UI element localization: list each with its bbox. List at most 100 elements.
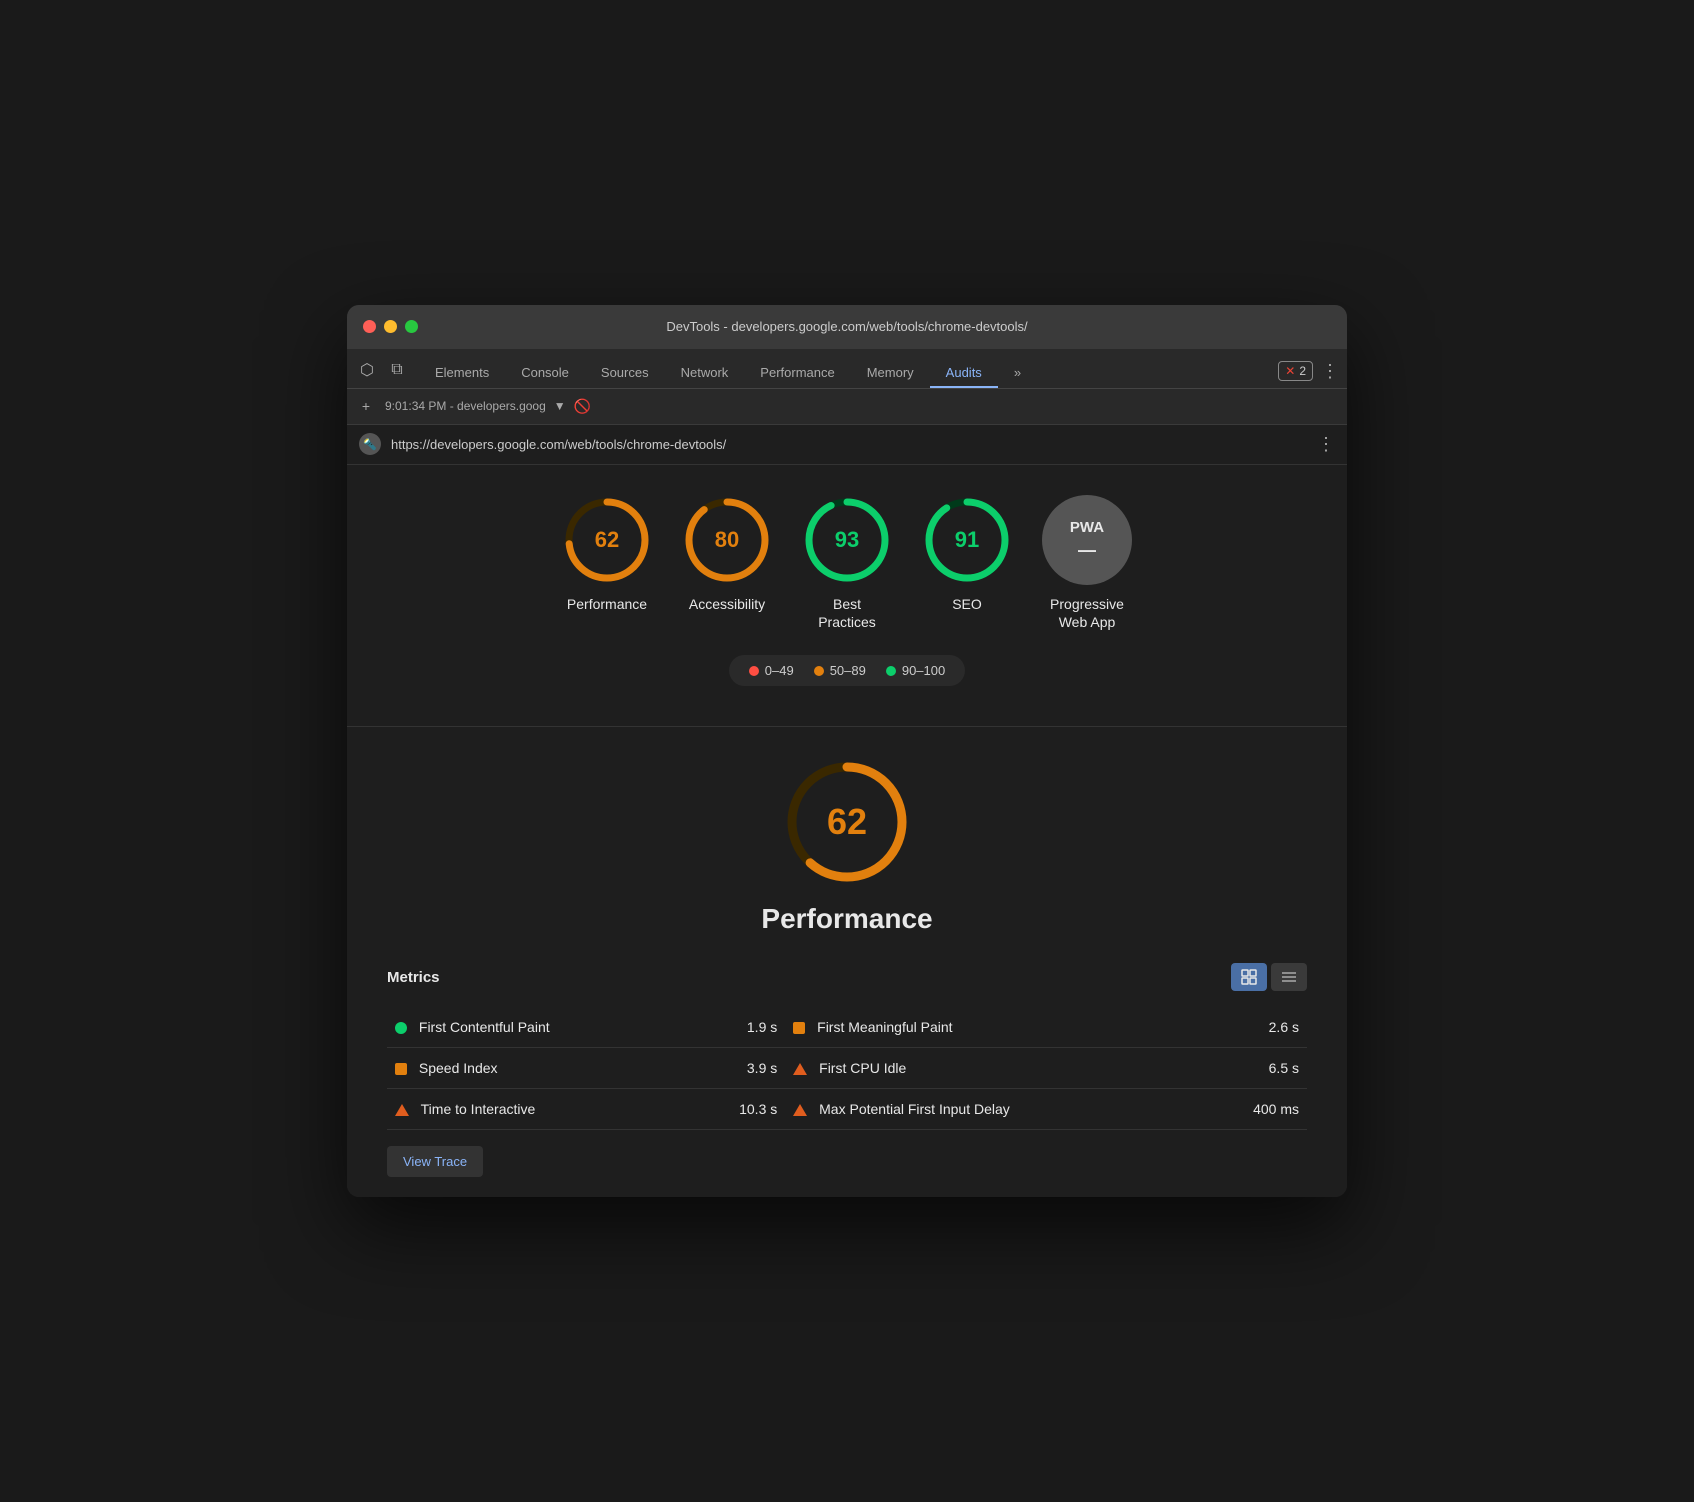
big-gauge-row: 62 (387, 757, 1307, 887)
metric-mpfid-icon (793, 1104, 807, 1116)
legend-item-fail: 0–49 (749, 663, 794, 678)
devtools-tab-bar: ⬡ ⧉ Elements Console Sources Network Per… (347, 349, 1347, 389)
gauge-performance-value: 62 (595, 527, 619, 553)
main-content: 62 Performance 80 Accessibility (347, 465, 1347, 726)
gauge-seo: 91 (922, 495, 1012, 585)
gauge-best-practices: 93 (802, 495, 892, 585)
error-badge[interactable]: ✕ 2 (1278, 361, 1313, 381)
big-gauge-performance-value: 62 (827, 801, 867, 843)
pwa-label: PWA (1070, 519, 1104, 536)
metric-si-icon (395, 1063, 407, 1075)
legend-fail-dot (749, 666, 759, 676)
metric-fmp-label: First Meaningful Paint (817, 1019, 952, 1035)
legend-item-average: 50–89 (814, 663, 866, 678)
score-best-practices: 93 BestPractices (802, 495, 892, 631)
metric-fci-icon (793, 1063, 807, 1075)
metric-tti-label: Time to Interactive (421, 1101, 536, 1117)
tab-memory[interactable]: Memory (851, 359, 930, 388)
tab-audits[interactable]: Audits (930, 359, 998, 388)
lighthouse-icon: 🔦 (359, 433, 381, 455)
metric-mpfid-value: 400 ms (1197, 1089, 1307, 1130)
metric-fmp-icon (793, 1022, 805, 1034)
metrics-table: First Contentful Paint 1.9 s First Meani… (387, 1007, 1307, 1130)
metric-fmp-value: 2.6 s (1197, 1007, 1307, 1048)
gauge-accessibility-value: 80 (715, 527, 739, 553)
legend-item-pass: 90–100 (886, 663, 945, 678)
pwa-dash: — (1078, 540, 1096, 561)
view-toggle (1231, 963, 1307, 991)
minimize-button[interactable] (384, 320, 397, 333)
tab-bar-actions: ⬡ ⧉ (355, 358, 409, 388)
address-dropdown-icon[interactable]: ▼ (554, 399, 566, 413)
score-performance: 62 Performance (562, 495, 652, 631)
performance-detail-section: 62 Performance Metrics (347, 727, 1347, 1197)
browser-window: DevTools - developers.google.com/web/too… (347, 305, 1347, 1197)
metrics-row-2: Speed Index 3.9 s First CPU Idle 6.5 s (387, 1048, 1307, 1089)
legend-fail-label: 0–49 (765, 663, 794, 678)
metric-tti-value: 10.3 s (689, 1089, 785, 1130)
add-tab-icon[interactable]: + (355, 395, 377, 417)
score-accessibility-label: Accessibility (689, 595, 765, 613)
address-timestamp: 9:01:34 PM - developers.goog (385, 399, 546, 413)
more-options-button[interactable]: ⋮ (1321, 361, 1339, 382)
legend-bar: 0–49 50–89 90–100 (367, 655, 1327, 686)
device-icon[interactable]: ⧉ (385, 358, 409, 382)
bottom-hint: View Trace (387, 1146, 1307, 1177)
gauge-best-practices-value: 93 (835, 527, 859, 553)
window-title: DevTools - developers.google.com/web/too… (666, 319, 1027, 334)
tab-elements[interactable]: Elements (419, 359, 505, 388)
metric-si-label: Speed Index (419, 1060, 498, 1076)
legend-average-label: 50–89 (830, 663, 866, 678)
gauge-performance: 62 (562, 495, 652, 585)
legend-pass-label: 90–100 (902, 663, 945, 678)
scores-row: 62 Performance 80 Accessibility (367, 495, 1327, 631)
devtools-tabs: Elements Console Sources Network Perform… (419, 359, 1276, 388)
metrics-label: Metrics (387, 969, 440, 986)
legend-average-dot (814, 666, 824, 676)
view-trace-button[interactable]: View Trace (387, 1146, 483, 1177)
metric-tti-cell: Time to Interactive (387, 1089, 689, 1130)
metric-si-cell: Speed Index (387, 1048, 689, 1089)
tab-console[interactable]: Console (505, 359, 585, 388)
tab-sources[interactable]: Sources (585, 359, 665, 388)
metric-tti-icon (395, 1104, 409, 1116)
close-button[interactable] (363, 320, 376, 333)
title-bar: DevTools - developers.google.com/web/too… (347, 305, 1347, 349)
grid-view-button[interactable] (1231, 963, 1267, 991)
score-pwa-label: ProgressiveWeb App (1050, 595, 1124, 631)
tab-right-actions: ✕ 2 ⋮ (1278, 361, 1339, 388)
score-pwa: PWA — ProgressiveWeb App (1042, 495, 1132, 631)
gauge-seo-value: 91 (955, 527, 979, 553)
metric-fmp-cell: First Meaningful Paint (785, 1007, 1197, 1048)
tab-network[interactable]: Network (665, 359, 745, 388)
tab-more[interactable]: » (998, 359, 1037, 388)
metric-fcp-value: 1.9 s (689, 1007, 785, 1048)
big-gauge-performance: 62 (782, 757, 912, 887)
list-view-button[interactable] (1271, 963, 1307, 991)
lighthouse-menu-icon[interactable]: ⋮ (1317, 434, 1335, 455)
metric-fcp-cell: First Contentful Paint (387, 1007, 689, 1048)
metric-mpfid-label: Max Potential First Input Delay (819, 1101, 1010, 1117)
legend-pass-dot (886, 666, 896, 676)
no-entry-icon[interactable]: 🚫 (574, 398, 591, 415)
metric-fci-value: 6.5 s (1197, 1048, 1307, 1089)
tab-performance[interactable]: Performance (744, 359, 850, 388)
maximize-button[interactable] (405, 320, 418, 333)
performance-detail-title: Performance (387, 903, 1307, 935)
metric-fcp-label: First Contentful Paint (419, 1019, 550, 1035)
gauge-accessibility: 80 (682, 495, 772, 585)
metrics-header: Metrics (387, 963, 1307, 991)
metrics-row-1: First Contentful Paint 1.9 s First Meani… (387, 1007, 1307, 1048)
traffic-lights (363, 320, 418, 333)
score-best-practices-label: BestPractices (818, 595, 876, 631)
metric-fcp-icon (395, 1022, 407, 1034)
score-seo: 91 SEO (922, 495, 1012, 631)
score-accessibility: 80 Accessibility (682, 495, 772, 631)
inspect-icon[interactable]: ⬡ (355, 358, 379, 382)
metrics-row-3: Time to Interactive 10.3 s Max Potential… (387, 1089, 1307, 1130)
error-icon: ✕ (1285, 364, 1295, 378)
lighthouse-url-bar: 🔦 https://developers.google.com/web/tool… (347, 425, 1347, 465)
lighthouse-url: https://developers.google.com/web/tools/… (391, 437, 1307, 452)
metric-fci-label: First CPU Idle (819, 1060, 906, 1076)
metric-si-value: 3.9 s (689, 1048, 785, 1089)
